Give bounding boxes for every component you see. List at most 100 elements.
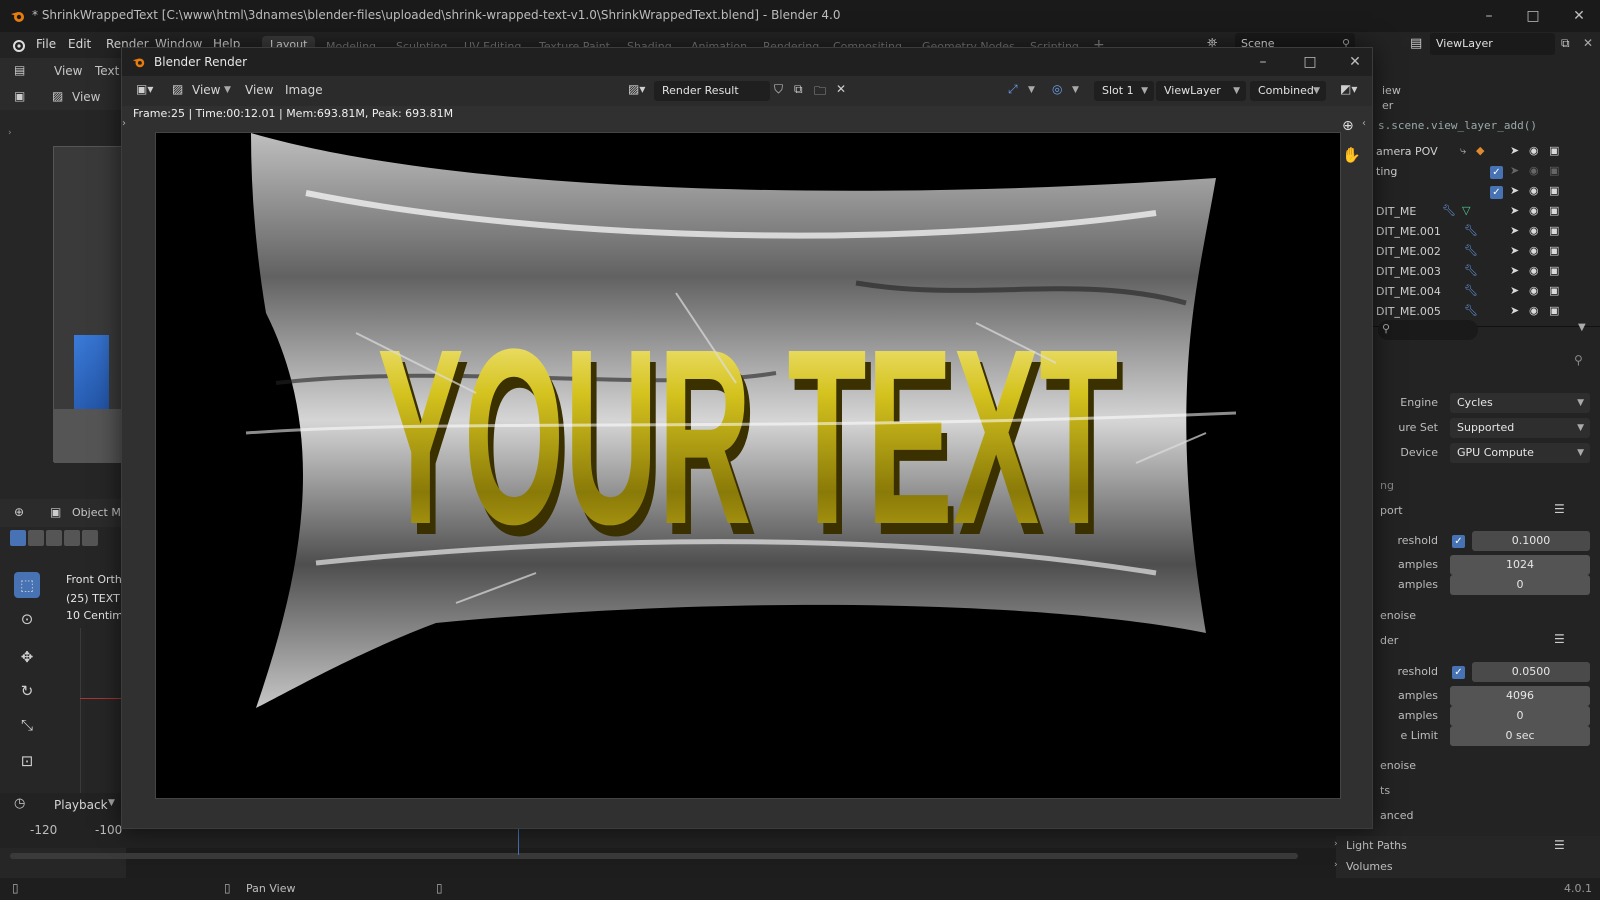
advanced-panel-header[interactable]: anced: [1380, 809, 1414, 822]
checkbox-icon[interactable]: ✓: [1490, 166, 1503, 179]
select-arrow-icon[interactable]: ➤: [1510, 304, 1519, 317]
camera-render-icon[interactable]: ▣: [1549, 304, 1559, 317]
render-threshold-field[interactable]: 0.0500: [1472, 662, 1590, 682]
volumes-panel-header[interactable]: Volumes: [1346, 860, 1393, 873]
viewlayer-remove-icon[interactable]: ✕: [1583, 36, 1593, 50]
viewlayer-browse-icon[interactable]: ▤: [1410, 36, 1422, 51]
outliner-row[interactable]: DIT_ME 🔧︎ ▽ ➤ ◉ ▣: [1372, 202, 1600, 222]
camera-render-icon[interactable]: ▣: [1549, 144, 1559, 157]
viewport-denoise-header[interactable]: enoise: [1380, 609, 1416, 622]
select-arrow-icon[interactable]: ➤: [1510, 244, 1519, 257]
select-arrow-icon[interactable]: ➤: [1510, 144, 1519, 157]
close-button[interactable]: ✕: [1564, 6, 1594, 26]
render-subpanel-header[interactable]: der: [1380, 634, 1398, 647]
render-pass-dropdown[interactable]: Combined ▼: [1250, 81, 1326, 101]
blender-menu-icon[interactable]: [10, 37, 26, 53]
transform-tool[interactable]: ⊡: [14, 748, 40, 774]
view-mode-dropdown[interactable]: View: [192, 83, 220, 97]
viewport-threshold-checkbox[interactable]: ✓: [1452, 535, 1465, 548]
render-close-button[interactable]: ✕: [1340, 52, 1370, 72]
outliner-row[interactable]: DIT_ME.001 🔧︎ ➤ ◉ ▣: [1372, 222, 1600, 242]
camera-render-icon[interactable]: ▣: [1549, 164, 1559, 177]
camera-render-icon[interactable]: ▣: [1549, 284, 1559, 297]
menu-view[interactable]: View: [245, 83, 273, 97]
render-denoise-header[interactable]: enoise: [1380, 759, 1416, 772]
select-arrow-icon[interactable]: ➤: [1510, 204, 1519, 217]
viewlayer-new-icon[interactable]: ⧉: [1561, 36, 1570, 51]
eye-icon[interactable]: ◉: [1529, 304, 1539, 317]
cursor-tool[interactable]: ⊙: [14, 606, 40, 632]
render-result-image[interactable]: YOUR TEXT YOUR TEXT: [155, 132, 1341, 799]
view-layer-dropdown[interactable]: ViewLayer ▼: [1156, 81, 1246, 101]
pin-icon[interactable]: ⚲: [1574, 353, 1583, 367]
viewport-subpanel-header[interactable]: port: [1380, 504, 1403, 517]
editor-type-icon[interactable]: ⊕: [14, 505, 24, 519]
display-channels-icon[interactable]: ◩▾: [1340, 82, 1357, 96]
eye-icon[interactable]: ◉: [1529, 164, 1539, 177]
folder-icon[interactable]: 🗀︎: [814, 82, 826, 103]
menu-view-left[interactable]: View: [54, 64, 82, 78]
eye-icon[interactable]: ◉: [1529, 224, 1539, 237]
outliner-row[interactable]: amera POV ⤷ ◆ ➤ ◉ ▣: [1372, 142, 1600, 162]
image-browse-icon[interactable]: ▨▾: [628, 82, 645, 96]
list-icon[interactable]: ☰: [1554, 632, 1565, 646]
unlink-icon[interactable]: ✕: [836, 82, 846, 96]
render-threshold-checkbox[interactable]: ✓: [1452, 666, 1465, 679]
camera-render-icon[interactable]: ▣: [1549, 264, 1559, 277]
maximize-button[interactable]: □: [1518, 6, 1548, 26]
render-maximize-button[interactable]: □: [1295, 52, 1325, 72]
move-tool[interactable]: ✥: [14, 644, 40, 670]
editor-type-icon[interactable]: ▣▾: [136, 82, 153, 96]
eye-icon[interactable]: ◉: [1529, 244, 1539, 257]
hand-pan-icon[interactable]: ✋: [1342, 146, 1361, 164]
time-limit-field[interactable]: 0 sec: [1450, 726, 1590, 746]
sampling-panel-header[interactable]: ng: [1380, 479, 1394, 492]
select-arrow-icon[interactable]: ➤: [1510, 284, 1519, 297]
sidebar-toggle-icon[interactable]: ›: [122, 118, 126, 129]
camera-render-icon[interactable]: ▣: [1549, 184, 1559, 197]
expand-arrow-icon[interactable]: ›: [8, 128, 18, 138]
select-box-tool[interactable]: ⬚: [14, 572, 40, 598]
shield-icon[interactable]: ⛉: [774, 82, 783, 97]
select-arrow-icon[interactable]: ➤: [1510, 184, 1519, 197]
feature-set-dropdown[interactable]: Supported ▼: [1450, 418, 1590, 438]
list-icon[interactable]: ☰: [1554, 502, 1565, 516]
eye-icon[interactable]: ◉: [1529, 204, 1539, 217]
select-intersect-icon[interactable]: [82, 530, 98, 546]
outliner-row[interactable]: DIT_ME.004 🔧︎ ➤ ◉ ▣: [1372, 282, 1600, 302]
image-name-field[interactable]: Render Result: [654, 81, 770, 101]
object-mode-dropdown[interactable]: Object Mo: [72, 506, 128, 519]
eye-icon[interactable]: ◉: [1529, 264, 1539, 277]
render-min-samples-field[interactable]: 0: [1450, 706, 1590, 726]
select-arrow-icon[interactable]: ➤: [1510, 224, 1519, 237]
menu-text-left[interactable]: Text: [95, 64, 119, 78]
minimize-button[interactable]: –: [1474, 6, 1504, 26]
current-frame-line[interactable]: [518, 825, 519, 855]
light-paths-panel-header[interactable]: Light Paths: [1346, 839, 1407, 852]
eye-icon[interactable]: ◉: [1529, 144, 1539, 157]
eye-icon[interactable]: ◉: [1529, 284, 1539, 297]
menu-image[interactable]: Image: [285, 83, 323, 97]
viewlayer-field[interactable]: ViewLayer: [1430, 33, 1555, 55]
sidebar-toggle-icon[interactable]: ‹: [1362, 118, 1366, 129]
checkbox-icon[interactable]: ✓: [1490, 186, 1503, 199]
select-invert-icon[interactable]: [64, 530, 80, 546]
device-dropdown[interactable]: GPU Compute ▼: [1450, 443, 1590, 463]
render-max-samples-field[interactable]: 4096: [1450, 686, 1590, 706]
duplicate-icon[interactable]: ⧉: [794, 82, 803, 97]
outliner-row[interactable]: DIT_ME.003 🔧︎ ➤ ◉ ▣: [1372, 262, 1600, 282]
outliner-row[interactable]: ✓ ➤ ◉ ▣: [1372, 182, 1600, 202]
outliner-row[interactable]: DIT_ME.005 🔧︎ ➤ ◉ ▣: [1372, 302, 1600, 322]
slot-dropdown[interactable]: Slot 1 ▼: [1094, 81, 1154, 101]
editor-type-icon[interactable]: ▣: [14, 89, 25, 103]
lights-panel-header[interactable]: ts: [1380, 784, 1390, 797]
chevron-down-icon[interactable]: ▼: [1578, 322, 1586, 333]
viewport-max-samples-field[interactable]: 1024: [1450, 555, 1590, 575]
viewport-threshold-field[interactable]: 0.1000: [1472, 531, 1590, 551]
menu-file[interactable]: File: [36, 37, 56, 51]
scale-tool[interactable]: ⤡: [14, 712, 40, 738]
timeline-editor-icon[interactable]: ◷: [14, 796, 25, 811]
eye-icon[interactable]: ◉: [1529, 184, 1539, 197]
viewport-min-samples-field[interactable]: 0: [1450, 575, 1590, 595]
render-engine-dropdown[interactable]: Cycles ▼: [1450, 393, 1590, 413]
